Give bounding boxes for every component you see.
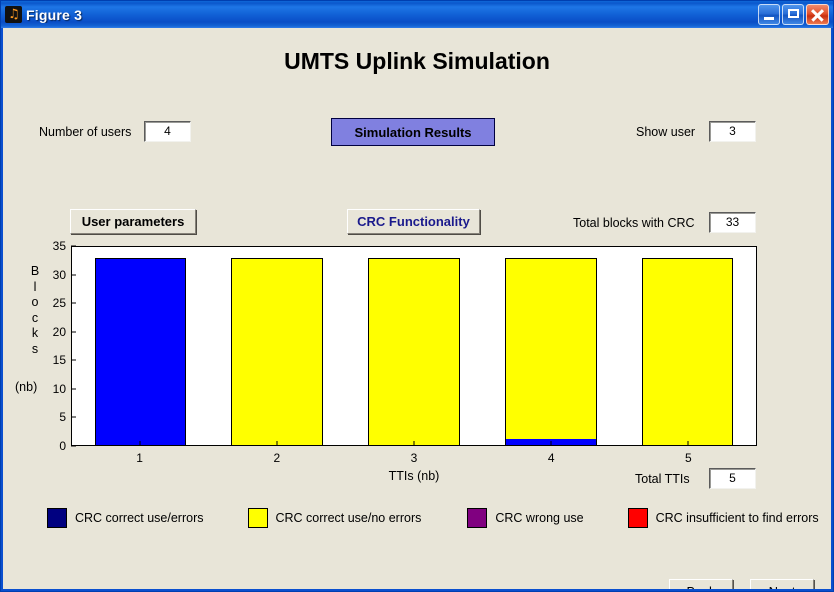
y-tick-label: 0	[59, 439, 66, 453]
x-tick-label: 2	[273, 451, 281, 465]
y-tick-label: 5	[59, 410, 66, 425]
y-axis-label-letter: k	[31, 326, 39, 340]
y-tick-mark	[71, 245, 76, 247]
window-controls	[758, 4, 831, 25]
legend-item: CRC insufficient to find errors	[627, 508, 819, 528]
legend-item: CRC correct use/no errors	[247, 508, 422, 528]
y-tick-mark	[71, 331, 76, 333]
bar-segment	[232, 259, 323, 445]
bar-chart: 0 5 10 15 20 25 30 35 1 2 3 4 5	[53, 239, 757, 465]
next-button[interactable]: Next	[750, 579, 814, 589]
matlab-icon: ♫	[5, 6, 22, 23]
legend-swatch	[627, 508, 648, 528]
x-tick-label: 3	[410, 451, 418, 465]
window-title: Figure 3	[26, 6, 83, 23]
bar-slot	[482, 247, 619, 445]
y-axis-label-letter: l	[33, 279, 37, 294]
x-tick-mark	[687, 441, 689, 446]
x-tick-mark	[550, 441, 552, 446]
bar-segment	[369, 259, 459, 445]
y-axis-label: B l o c k s	[25, 264, 45, 357]
matlab-membrane-glyph: ♫	[8, 7, 20, 22]
bar-segment	[642, 259, 733, 445]
show-user-field[interactable]: 3	[709, 121, 756, 142]
total-blocks-label: Total blocks with CRC	[573, 216, 695, 230]
bar	[368, 258, 460, 445]
y-tick-mark	[71, 302, 76, 304]
back-button[interactable]: Back	[669, 579, 733, 589]
title-bar: ♫ Figure 3	[1, 1, 833, 28]
bar-slot	[346, 247, 483, 445]
bar-segment	[95, 259, 186, 445]
legend-swatch	[247, 508, 268, 528]
bar	[231, 258, 324, 445]
simulation-results-button[interactable]: Simulation Results	[331, 118, 495, 146]
y-tick-mark	[71, 388, 76, 390]
x-tick-mark	[276, 441, 278, 446]
y-tick-label: 25	[52, 296, 66, 311]
legend-swatch	[47, 508, 67, 528]
total-blocks-field[interactable]: 33	[709, 212, 756, 233]
y-axis-label-letter: B	[30, 264, 40, 278]
y-tick-label: 15	[52, 353, 66, 368]
number-of-users-label: Number of users	[39, 125, 132, 139]
bar	[641, 258, 734, 445]
y-tick-label: 10	[52, 381, 66, 396]
bar-segment	[505, 259, 596, 440]
legend-label: CRC correct use/no errors	[275, 511, 422, 525]
legend-item: CRC wrong use	[467, 508, 584, 528]
bar	[504, 258, 597, 445]
total-ttis-field[interactable]: 5	[709, 468, 756, 489]
page-title: UMTS Uplink Simulation	[284, 48, 550, 74]
x-tick-label: 4	[547, 451, 555, 465]
legend-label: CRC correct use/errors	[75, 511, 204, 525]
y-axis-label-letter: c	[31, 310, 39, 325]
bar-slot	[619, 247, 756, 445]
x-tick-label: 5	[685, 451, 692, 465]
legend-item: CRC correct use/errors	[47, 508, 204, 528]
y-tick-label: 35	[52, 239, 66, 253]
show-user-label: Show user	[636, 125, 696, 139]
crc-functionality-button[interactable]: CRC Functionality	[347, 209, 480, 234]
y-tick-mark	[71, 274, 76, 276]
legend-label: CRC wrong use	[495, 511, 584, 525]
bar-slot	[209, 247, 346, 445]
maximize-button[interactable]	[782, 4, 804, 25]
figure-window: ♫ Figure 3 UMTS Uplink Simulation Number…	[0, 0, 834, 592]
total-ttis-label: Total TTIs	[635, 472, 690, 486]
chart-legend: CRC correct use/errors CRC correct use/no…	[47, 508, 819, 528]
figure-client-area: UMTS Uplink Simulation Number of users 4…	[3, 28, 831, 589]
minimize-button[interactable]	[758, 4, 780, 25]
close-button[interactable]	[806, 4, 829, 25]
user-parameters-button[interactable]: User parameters	[70, 209, 196, 234]
y-axis-label-letter: o	[31, 295, 39, 309]
y-tick-label: 20	[52, 324, 66, 339]
bar-slot	[72, 247, 209, 445]
y-tick-mark	[71, 359, 76, 361]
bar-series-container	[72, 247, 756, 445]
number-of-users-field[interactable]: 4	[144, 121, 191, 142]
x-tick-mark	[413, 441, 415, 446]
legend-label: CRC insufficient to find errors	[655, 511, 819, 525]
y-tick-mark	[71, 445, 76, 447]
y-axis-label-letter: s	[31, 341, 39, 356]
y-tick-label: 30	[52, 267, 66, 282]
y-tick-mark	[71, 416, 76, 418]
x-tick-mark	[139, 441, 141, 446]
x-tick-label: 1	[136, 451, 143, 465]
y-axis-unit-label: (nb)	[15, 380, 38, 394]
bar	[94, 258, 187, 445]
legend-swatch	[467, 508, 488, 528]
